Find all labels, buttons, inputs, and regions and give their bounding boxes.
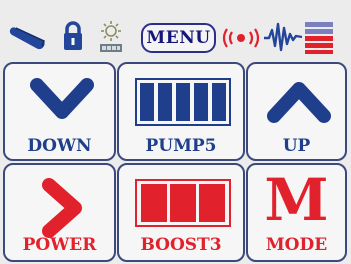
down-label: DOWN [27,136,92,156]
chevron-right-icon [42,178,82,238]
up-button[interactable]: UP [246,62,347,161]
mode-glyph: M [264,166,329,234]
chevron-down-icon [30,78,94,119]
pump-level-icon [135,78,231,126]
power-button[interactable]: POWER [3,163,116,262]
up-label: UP [282,136,311,156]
status-bar: MENU [0,0,351,60]
chevron-up-icon [267,82,331,123]
pump-button[interactable]: PUMP5 [117,62,245,161]
pulse-icon [264,22,303,52]
signal-icon [222,28,260,48]
clip-icon [9,27,45,50]
lock-icon [64,21,82,50]
device-screen: MENU DOWN PUMP5 UP POWER BOOST3 M MODE [0,0,351,264]
boost-label: BOOST3 [140,235,222,255]
mode-label: MODE [265,235,328,255]
boost-button[interactable]: BOOST3 [117,163,245,262]
boost-level-icon [135,179,231,227]
power-label: POWER [22,235,97,255]
battery-icon [305,22,333,54]
mode-button[interactable]: M MODE [246,163,347,262]
pump-label: PUMP5 [145,136,217,156]
brightness-icon [100,21,122,52]
menu-button[interactable]: MENU [141,23,216,53]
down-button[interactable]: DOWN [3,62,116,161]
